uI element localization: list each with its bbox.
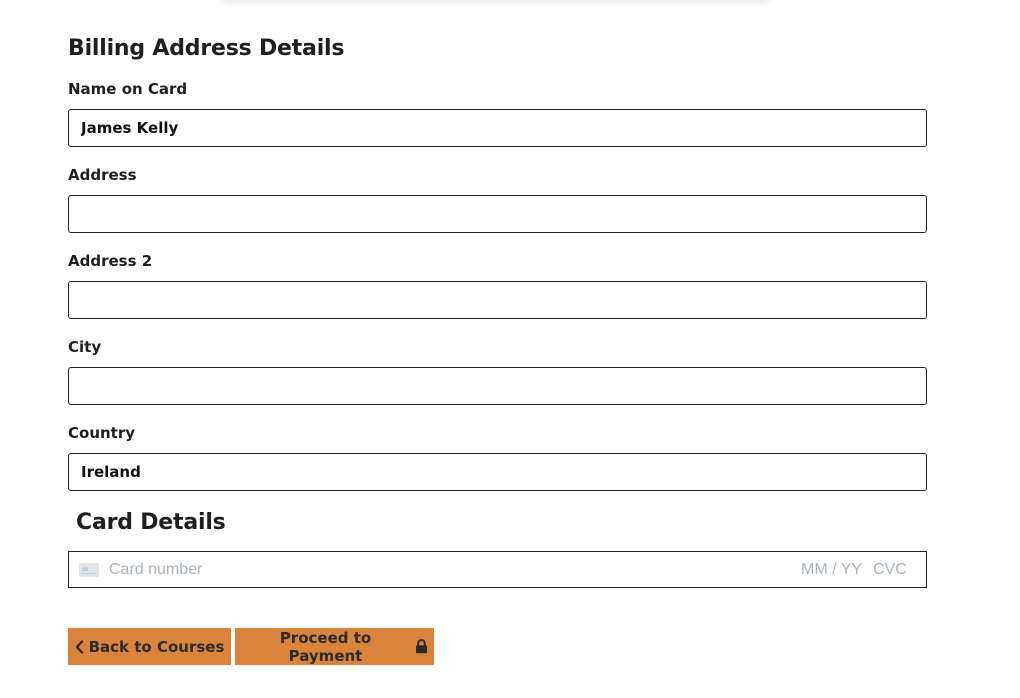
- address-2-label: Address 2: [68, 252, 153, 270]
- chevron-left-icon: [75, 639, 84, 654]
- back-to-courses-button[interactable]: Back to Courses: [68, 628, 231, 665]
- address-input[interactable]: [68, 195, 927, 233]
- lock-icon: [415, 639, 428, 654]
- country-input[interactable]: [68, 453, 927, 491]
- back-to-courses-label: Back to Courses: [88, 637, 225, 656]
- card-cvc-input[interactable]: CVC: [873, 561, 907, 579]
- credit-card-icon: [79, 563, 99, 577]
- card-expiry-input[interactable]: MM / YY: [801, 561, 862, 579]
- country-label: Country: [68, 424, 136, 442]
- address-2-input[interactable]: [68, 281, 927, 319]
- billing-section-title: Billing Address Details: [68, 36, 345, 61]
- city-label: City: [68, 338, 102, 356]
- card-section-title: Card Details: [76, 510, 226, 535]
- card-number-input[interactable]: Card number: [109, 561, 202, 579]
- name-on-card-input[interactable]: [68, 109, 927, 147]
- proceed-to-payment-button[interactable]: Proceed to Payment: [235, 628, 434, 665]
- card-element[interactable]: Card number MM / YY CVC: [68, 551, 927, 588]
- city-input[interactable]: [68, 367, 927, 405]
- name-on-card-label: Name on Card: [68, 80, 188, 98]
- address-label: Address: [68, 166, 137, 184]
- proceed-to-payment-label: Proceed to Payment: [279, 628, 372, 665]
